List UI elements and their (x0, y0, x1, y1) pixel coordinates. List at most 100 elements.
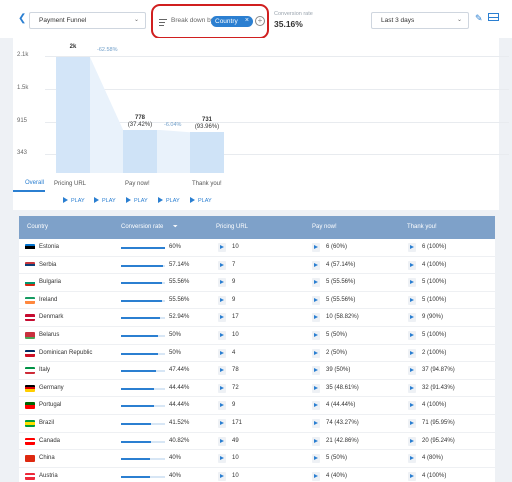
play-step-icon[interactable] (312, 348, 320, 358)
header-pay-now[interactable]: Pay now! (312, 224, 337, 230)
play-step-icon[interactable] (312, 330, 320, 340)
play-step-icon[interactable] (312, 260, 320, 270)
pricing-url-count: 72 (232, 384, 239, 391)
play-step-icon[interactable] (312, 383, 320, 393)
table-row[interactable]: Portugal 44.44% 9 4 (44.44%) 4 (100%) (19, 397, 495, 415)
play-step-icon[interactable] (312, 471, 320, 481)
play-step-icon[interactable] (312, 243, 320, 252)
play-step-icon[interactable] (218, 436, 226, 446)
play-icon (94, 197, 99, 203)
table-row[interactable]: Belarus 50% 10 5 (50%) 5 (100%) (19, 327, 495, 345)
table-view-icon[interactable] (488, 13, 499, 21)
table-row[interactable]: Denmark 52.94% 17 10 (58.82%) 9 (90%) (19, 309, 495, 327)
play-step-icon[interactable] (218, 313, 226, 323)
conversion-rate: 55.56% (169, 296, 190, 303)
funnel-bar[interactable] (190, 132, 224, 173)
play-step-icon[interactable] (218, 471, 226, 481)
table-row[interactable]: Serbia 57.14% 7 4 (57.14%) 4 (100%) (19, 257, 495, 275)
conversion-bar (121, 299, 165, 302)
header-conversion-rate[interactable]: Conversion rate (121, 224, 163, 230)
play-step-icon[interactable] (408, 454, 416, 464)
table-row[interactable]: Brazil 41.52% 171 74 (43.27%) 71 (95.95%) (19, 415, 495, 433)
play-step-icon[interactable] (218, 418, 226, 428)
play-step-icon[interactable] (408, 418, 416, 428)
play-step-icon[interactable] (408, 383, 416, 393)
thank-you-count: 5 (100%) (422, 279, 447, 286)
close-icon[interactable]: × (245, 17, 249, 24)
play-step-icon[interactable] (408, 366, 416, 376)
play-button[interactable]: PLAY (190, 197, 212, 204)
table-row[interactable]: China 40% 10 5 (50%) 4 (80%) (19, 450, 495, 468)
play-step-icon[interactable] (218, 243, 226, 252)
conversion-rate: 50% (169, 331, 182, 338)
conversion-bar (121, 387, 165, 390)
play-step-icon[interactable] (408, 348, 416, 358)
play-step-icon[interactable] (408, 313, 416, 323)
play-button[interactable]: PLAY (63, 197, 85, 204)
chevron-left-icon[interactable]: ❮ (18, 13, 26, 24)
table-row[interactable]: Estonia 60% 10 6 (60%) 6 (100%) (19, 239, 495, 257)
play-step-icon[interactable] (218, 260, 226, 270)
play-step-icon[interactable] (218, 295, 226, 305)
play-step-icon[interactable] (312, 401, 320, 411)
bar-percent-label: (93.96%) (194, 124, 220, 130)
play-button[interactable]: PLAY (94, 197, 116, 204)
header-thank-you[interactable]: Thank you! (407, 224, 437, 230)
funnel-select-value: Payment Funnel (39, 17, 87, 24)
play-step-icon[interactable] (218, 366, 226, 376)
play-step-icon[interactable] (312, 295, 320, 305)
table-row[interactable]: Bulgaria 55.56% 9 5 (55.56%) 5 (100%) (19, 274, 495, 292)
table-row[interactable]: Austria 40% 10 4 (40%) 4 (100%) (19, 468, 495, 482)
conversion-bar-fill (121, 387, 154, 390)
play-step-icon[interactable] (218, 454, 226, 464)
table-row[interactable]: Ireland 55.56% 9 5 (55.56%) 5 (100%) (19, 292, 495, 310)
header-country[interactable]: Country (27, 224, 48, 230)
gridline (45, 56, 509, 57)
play-step-icon[interactable] (408, 401, 416, 411)
table-row[interactable]: Germany 44.44% 72 35 (48.61%) 32 (91.43%) (19, 380, 495, 398)
date-range-select[interactable]: Last 3 days ⌄ (371, 12, 469, 29)
thank-you-count: 20 (95.24%) (422, 437, 455, 444)
play-label: PLAY (71, 198, 85, 204)
filter-lines-icon (159, 19, 167, 28)
tab-overall[interactable]: Overall (13, 177, 45, 192)
play-step-icon[interactable] (312, 418, 320, 428)
thank-you-count: 4 (100%) (422, 402, 447, 409)
play-step-icon[interactable] (408, 436, 416, 446)
play-button[interactable]: PLAY (158, 197, 180, 204)
play-step-icon[interactable] (218, 383, 226, 393)
header-pricing-url[interactable]: Pricing URL (216, 224, 248, 230)
play-step-icon[interactable] (408, 243, 416, 252)
funnel-bar[interactable] (56, 57, 90, 173)
play-step-icon[interactable] (408, 471, 416, 481)
table-row[interactable]: Canada 40.82% 49 21 (42.86%) 20 (95.24%) (19, 433, 495, 451)
play-step-icon[interactable] (408, 330, 416, 340)
breakdown-selector[interactable]: Break down by Country × + (151, 4, 269, 39)
pencil-icon[interactable]: ✎ (475, 13, 483, 24)
play-step-icon[interactable] (312, 454, 320, 464)
play-step-icon[interactable] (408, 260, 416, 270)
play-step-icon[interactable] (408, 295, 416, 305)
funnel-select[interactable]: Payment Funnel ⌄ (29, 12, 146, 29)
play-step-icon[interactable] (312, 436, 320, 446)
play-step-icon[interactable] (218, 278, 226, 288)
flag-stripe (25, 283, 35, 287)
breakdown-chip-country[interactable]: Country × (211, 16, 253, 27)
play-step-icon[interactable] (312, 366, 320, 376)
funnel-bar[interactable] (123, 129, 157, 173)
add-breakdown-icon[interactable]: + (255, 16, 265, 26)
sort-icon[interactable]: ⏷ (173, 224, 178, 231)
play-step-icon[interactable] (218, 401, 226, 411)
conversion-bar-fill (121, 282, 162, 285)
conversion-bar (121, 247, 165, 249)
play-step-icon[interactable] (312, 278, 320, 288)
play-step-icon[interactable] (408, 278, 416, 288)
pay-now-count: 5 (55.56%) (326, 279, 356, 286)
table-row[interactable]: Italy 47.44% 78 39 (50%) 37 (94.87%) (19, 362, 495, 380)
play-step-icon[interactable] (218, 348, 226, 358)
pay-now-count: 35 (48.61%) (326, 384, 359, 391)
table-row[interactable]: Dominican Republic 50% 4 2 (50%) 2 (100%) (19, 345, 495, 363)
play-step-icon[interactable] (312, 313, 320, 323)
play-step-icon[interactable] (218, 330, 226, 340)
play-button[interactable]: PLAY (126, 197, 148, 204)
